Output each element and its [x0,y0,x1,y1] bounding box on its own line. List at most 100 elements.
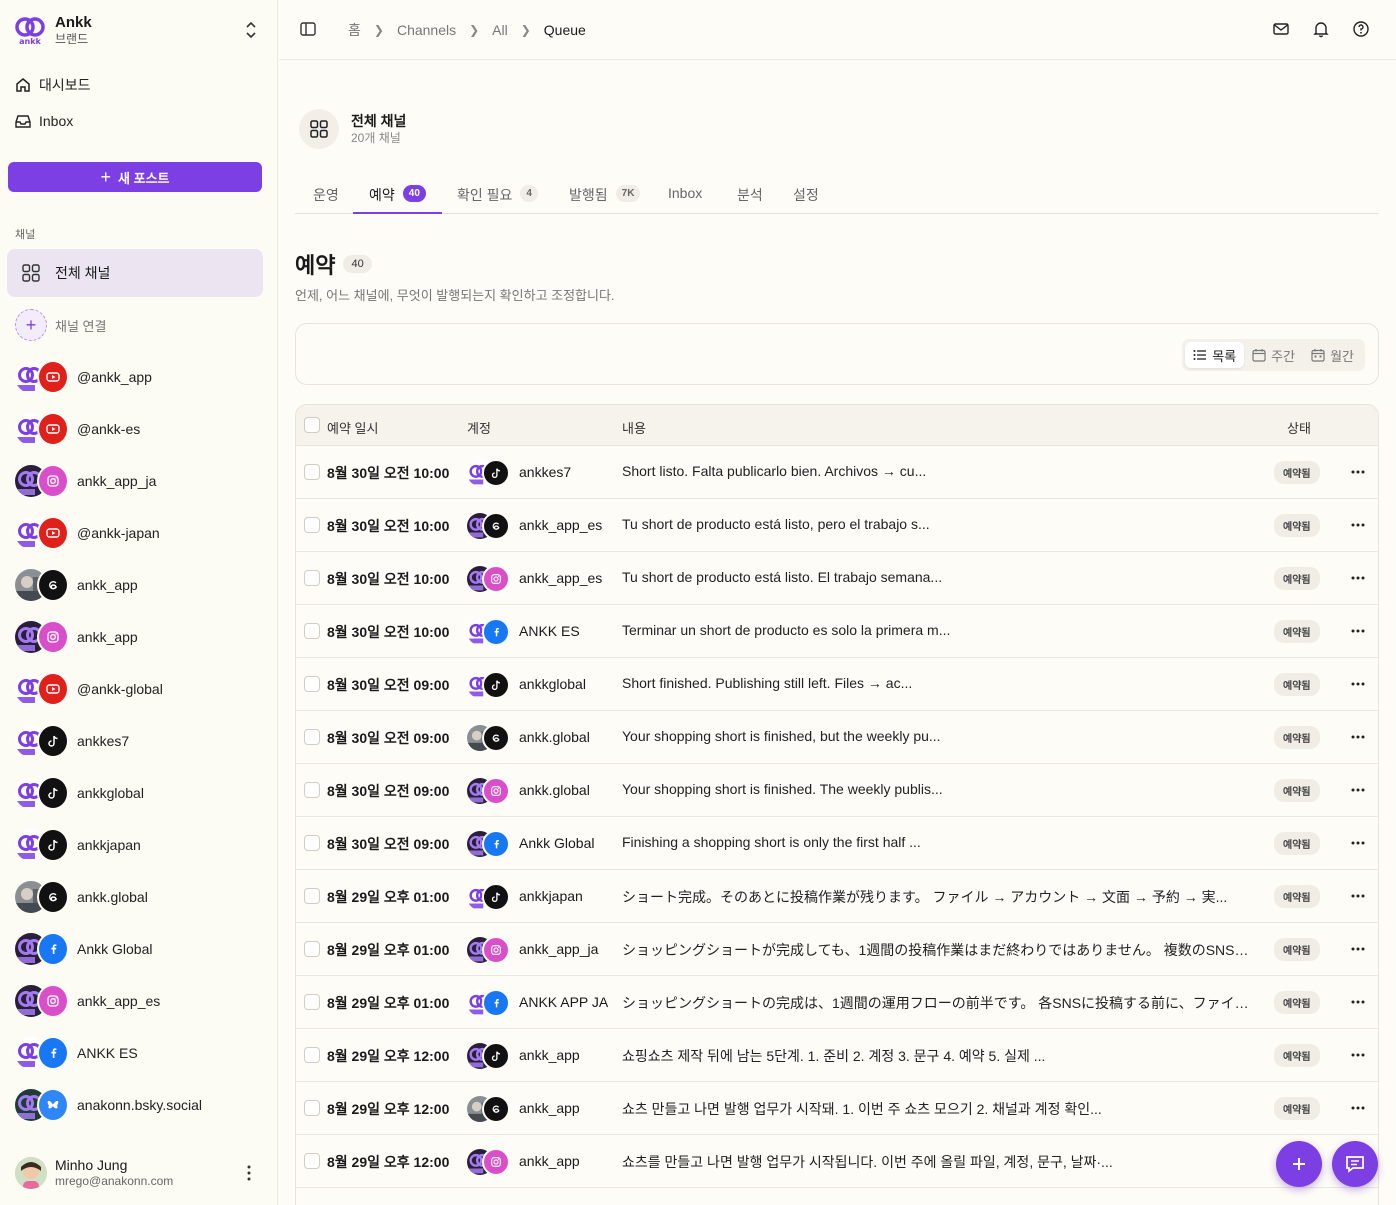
nav-inbox[interactable]: Inbox [14,106,264,136]
user-profile[interactable]: Minho Jung mrego@anakonn.com [15,1156,265,1190]
chevron-updown-icon[interactable] [244,20,258,40]
chat-fab-button[interactable] [1332,1141,1378,1187]
sidebar-channel-item[interactable]: anakonn.bsky.social [15,1088,265,1122]
table-row[interactable]: 8월 30일 오전 10:00 ankkes7 Short listo. Falta… [296,446,1378,499]
post-content[interactable]: Short listo. Falta publicarlo bien. Arch… [622,463,1262,479]
more-horizontal-icon[interactable] [1351,788,1365,792]
tab-analytics[interactable]: 분석 [737,173,763,214]
more-vertical-icon[interactable] [247,1165,251,1181]
sidebar-channel-item[interactable]: @ankk-global [15,672,265,706]
table-row[interactable]: 8월 30일 오전 09:00 Ankk Global Finishing a sh… [296,817,1378,870]
more-horizontal-icon[interactable] [1351,841,1365,845]
row-checkbox[interactable] [304,1047,320,1063]
row-checkbox[interactable] [304,888,320,904]
sidebar-channel-item[interactable]: ANKK ES [15,1036,265,1070]
post-content[interactable]: Finishing a shopping short is only the f… [622,834,1262,850]
sidebar-channel-item[interactable]: ankk_app_ja [15,464,265,498]
more-horizontal-icon[interactable] [1351,1106,1365,1110]
breadcrumb-all[interactable]: All [492,22,508,38]
more-horizontal-icon[interactable] [1351,682,1365,686]
post-content[interactable]: Terminar un short de producto es solo la… [622,622,1262,638]
breadcrumb-home[interactable]: 홈 [348,20,361,40]
sidebar-channel-item[interactable]: @ankk-es [15,412,265,446]
breadcrumb-channels[interactable]: Channels [397,22,456,38]
row-checkbox[interactable] [304,464,320,480]
sidebar-channel-item[interactable]: Ankk Global [15,932,265,966]
brand-switcher[interactable]: ankk Ankk 브랜드 [14,10,264,50]
more-horizontal-icon[interactable] [1351,947,1365,951]
table-row[interactable]: 8월 29일 오후 01:00 ANKK APP JA ショッピングショートの完成は… [296,976,1378,1029]
more-horizontal-icon[interactable] [1351,576,1365,580]
view-month-button[interactable]: 월간 [1303,342,1362,368]
post-content[interactable]: 쇼츠를 만들고 나면 발행 업무가 시작됩니다. 이번 주에 올릴 파일, 계정… [622,1152,1262,1172]
new-post-button[interactable]: + 새 포스트 [8,162,262,192]
post-content[interactable]: ショート完成。そのあとに投稿作業が残ります。 ファイル → アカウント → 文面… [622,887,1262,907]
post-content[interactable]: Short finished. Publishing still left. F… [622,675,1262,691]
sidebar-channel-item[interactable]: ankkes7 [15,724,265,758]
row-checkbox[interactable] [304,941,320,957]
row-checkbox[interactable] [304,1100,320,1116]
sidebar-toggle-icon[interactable] [299,20,317,38]
sidebar-channel-item[interactable]: ankk_app_es [15,984,265,1018]
table-row[interactable]: 8월 29일 오후 12:00 ankk_app 쇼츠를 만들고 나면 발행 업무가… [296,1135,1378,1188]
table-row[interactable]: 8월 30일 오전 09:00 ankk.global Your shopping … [296,764,1378,817]
sidebar-channel-item[interactable]: ankkglobal [15,776,265,810]
more-horizontal-icon[interactable] [1351,894,1365,898]
column-header-date[interactable]: 예약 일시 [327,418,378,437]
sidebar-channel-item[interactable]: @ankk_app [15,360,265,394]
table-row[interactable]: 8월 30일 오전 09:00 ankkglobal Short finished.… [296,658,1378,711]
table-row[interactable]: 8월 29일 오후 01:00 ankkjapan ショート完成。そのあとに投稿作業… [296,870,1378,923]
more-horizontal-icon[interactable] [1351,629,1365,633]
view-week-button[interactable]: 주간 [1244,342,1303,368]
row-checkbox[interactable] [304,782,320,798]
table-row[interactable]: 8월 30일 오전 09:00 ankk.global Your shopping … [296,711,1378,764]
tab-published[interactable]: 발행됨 7K [569,173,641,214]
post-content[interactable]: Your shopping short is finished. The wee… [622,781,1262,797]
view-list-button[interactable]: 목록 [1185,342,1245,368]
more-horizontal-icon[interactable] [1351,523,1365,527]
row-checkbox[interactable] [304,835,320,851]
select-all-checkbox[interactable] [304,417,320,433]
row-checkbox[interactable] [304,676,320,692]
sidebar-channel-item[interactable]: ankk_app [15,620,265,654]
row-checkbox[interactable] [304,623,320,639]
sidebar-item-all-channels[interactable]: 전체 채널 [7,249,263,297]
help-icon[interactable] [1352,20,1370,38]
row-checkbox[interactable] [304,517,320,533]
table-row[interactable]: 8월 30일 오전 10:00 ankk_app_es Tu short de pr… [296,552,1378,605]
post-content[interactable]: 쇼츠 만들고 나면 발행 업무가 시작돼. 1. 이번 주 쇼츠 모으기 2. … [622,1099,1262,1119]
nav-dashboard[interactable]: 대시보드 [14,70,264,100]
table-row[interactable]: 8월 30일 오전 10:00 ANKK ES Terminar un short … [296,605,1378,658]
more-horizontal-icon[interactable] [1351,1053,1365,1057]
sidebar-channel-item[interactable]: ankkjapan [15,828,265,862]
bell-icon[interactable] [1312,20,1330,38]
tab-operation[interactable]: 운영 [313,173,339,214]
more-horizontal-icon[interactable] [1351,470,1365,474]
sidebar-channel-item[interactable]: ankk_app [15,568,265,602]
post-content[interactable]: ショッピングショートが完成しても、1週間の投稿作業はまだ終わりではありません。 … [622,940,1262,960]
row-checkbox[interactable] [304,994,320,1010]
tab-needs-review[interactable]: 확인 필요 4 [457,173,538,214]
row-checkbox[interactable] [304,729,320,745]
row-checkbox[interactable] [304,570,320,586]
sidebar-channel-item[interactable]: ankk.global [15,880,265,914]
post-content[interactable]: Tu short de producto está listo. El trab… [622,569,1262,585]
more-horizontal-icon[interactable] [1351,1000,1365,1004]
add-fab-button[interactable] [1276,1141,1322,1187]
post-content[interactable]: ショッピングショートの完成は、1週間の運用フローの前半です。 各SNSに投稿する… [622,993,1262,1013]
post-content[interactable]: Tu short de producto está listo, pero el… [622,516,1262,532]
more-horizontal-icon[interactable] [1351,735,1365,739]
connect-channel-button[interactable]: + 채널 연결 [15,309,263,341]
table-row[interactable]: 8월 29일 오후 01:00 ankk_app_ja ショッピングショートが完成し… [296,923,1378,976]
post-content[interactable]: Your shopping short is finished, but the… [622,728,1262,744]
table-row[interactable]: 8월 30일 오전 10:00 ankk_app_es Tu short de pr… [296,499,1378,552]
mail-icon[interactable] [1272,20,1290,38]
table-row[interactable]: 8월 29일 오후 12:00 ankk_app 쇼핑쇼츠 제작 뒤에 남는 5단계… [296,1029,1378,1082]
row-checkbox[interactable] [304,1153,320,1169]
sidebar-channel-item[interactable]: @ankk-japan [15,516,265,550]
tab-scheduled[interactable]: 예약 40 [353,173,442,214]
post-content[interactable]: 쇼핑쇼츠 제작 뒤에 남는 5단계. 1. 준비 2. 계정 3. 문구 4. … [622,1046,1262,1066]
tab-inbox[interactable]: Inbox [668,173,702,214]
table-row[interactable]: 8월 29일 오후 12:00 ankk_app 쇼츠 만들고 나면 발행 업무가 … [296,1082,1378,1135]
tab-settings[interactable]: 설정 [793,173,819,214]
